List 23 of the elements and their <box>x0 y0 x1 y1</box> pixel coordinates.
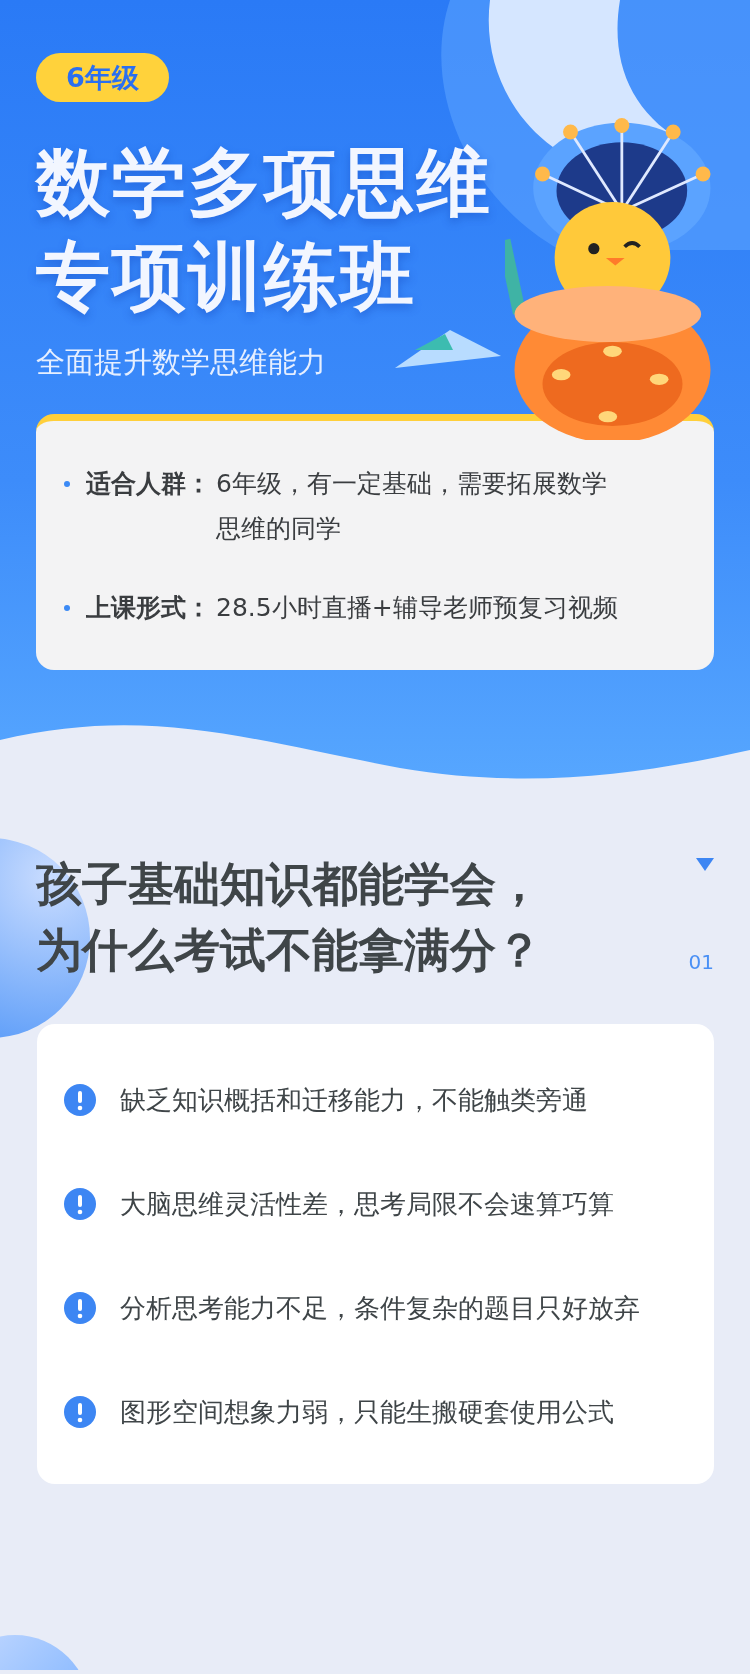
info-value: 28.5小时直播+辅导老师预复习视频 <box>216 592 619 624</box>
problem-text: 图形空间想象力弱，只能生搬硬套使用公式 <box>120 1396 614 1429</box>
bullet-icon <box>64 605 70 611</box>
bullet-icon <box>64 481 70 487</box>
info-label: 上课形式： <box>86 592 212 624</box>
section-heading: 为什么考试不能拿满分？ <box>36 922 542 978</box>
grade-badge: 6年级 <box>36 53 169 102</box>
problem-text: 分析思考能力不足，条件复杂的题目只好放弃 <box>120 1292 640 1325</box>
info-value: 6年级，有一定基础，需要拓展数学思维的同学 <box>216 468 608 545</box>
title-line: 专项训练班 <box>36 236 417 316</box>
alert-icon <box>64 1292 96 1324</box>
alert-icon <box>64 1396 96 1428</box>
triangle-icon <box>696 858 714 871</box>
info-label: 适合人群： <box>86 468 212 500</box>
alert-icon <box>64 1188 96 1220</box>
problem-text: 缺乏知识概括和迁移能力，不能触类旁通 <box>120 1084 588 1117</box>
subtitle: 全面提升数学思维能力 <box>36 344 326 380</box>
section-number: 01 <box>688 950 714 974</box>
section-heading: 孩子基础知识都能学会， <box>36 856 542 912</box>
alert-icon <box>64 1084 96 1116</box>
title-line: 数学多项思维 <box>36 142 492 222</box>
problem-text: 大脑思维灵活性差，思考局限不会速算巧算 <box>120 1188 614 1221</box>
paper-plane-icon <box>395 328 501 370</box>
